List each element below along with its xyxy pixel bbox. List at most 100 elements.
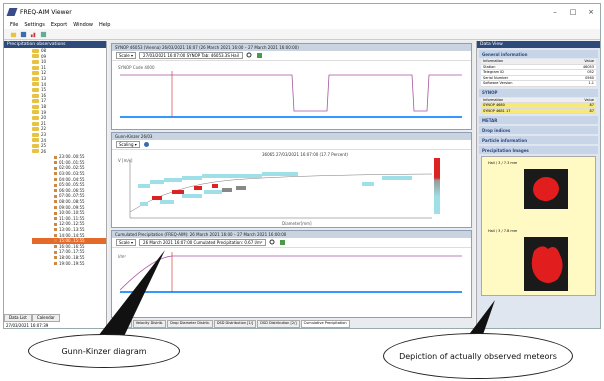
zoom-icon[interactable] (269, 239, 276, 246)
gk-panel-header: Gunn-Kinzer 26/03 (112, 133, 471, 140)
gk-cell (222, 188, 232, 192)
gk-cell (262, 172, 276, 176)
open-icon[interactable] (10, 31, 17, 38)
gk-cell (226, 174, 246, 178)
precip-title: 26 March 2021 16:07:00 Cumulated Precipi… (139, 239, 267, 246)
gk-cell (140, 202, 148, 206)
gk-cell (276, 172, 288, 176)
folder-icon (32, 143, 39, 148)
section-particle-info[interactable]: Particle information (479, 136, 598, 144)
gk-cell (160, 200, 174, 204)
menu-file[interactable]: File (10, 22, 18, 28)
precip-panel-header: Cumulated Precipitation (FREQ-AIM): 26 M… (112, 231, 471, 238)
folder-label: 26 (41, 148, 47, 154)
tab-dsd-1[interactable]: DSD Distribution [1/] (213, 320, 257, 328)
file-icon (54, 194, 57, 198)
tab-dsd-2[interactable]: DSD Distribution [2/] (257, 320, 300, 328)
menu-window[interactable]: Window (73, 22, 93, 28)
gk-cells (138, 172, 412, 206)
meteor-depiction-callout: Depiction of actually observed meteors (383, 333, 573, 379)
section-synop[interactable]: SYNOP (479, 88, 598, 97)
tab-data-list[interactable]: Data List (4, 314, 32, 322)
section-metar[interactable]: METAR (479, 116, 598, 124)
tab-calendar[interactable]: Calendar (31, 314, 60, 322)
precip-ylabel: l/m² (118, 254, 126, 259)
section-drop-indices[interactable]: Drop indices (479, 126, 598, 134)
synop-panel: SYNOP 46053 (Vienna) 26/03/2021 16:07 (2… (111, 43, 472, 130)
menu-export[interactable]: Export (51, 22, 67, 28)
folder-icon (32, 48, 39, 53)
grid-icon[interactable] (256, 52, 263, 59)
maximize-button[interactable]: □ (564, 8, 582, 16)
precip-scale-dropdown[interactable]: Scale ▾ (116, 239, 137, 246)
gk-cell (172, 190, 184, 194)
tab-cumulative-precipitation[interactable]: Cumulative Precipitation (300, 320, 350, 328)
folder-icon (32, 121, 39, 126)
folder-icon (32, 138, 39, 143)
table-row[interactable]: SYNOP 4681 17 87 (481, 108, 596, 114)
hail-image (524, 169, 568, 209)
zoom-icon[interactable] (246, 52, 253, 59)
file-icon (54, 228, 57, 232)
grid-icon[interactable] (279, 239, 286, 246)
precipitation-panel: Cumulated Precipitation (FREQ-AIM): 26 M… (111, 230, 472, 318)
folder-icon (32, 76, 39, 81)
gunn-kinzer-panel: Gunn-Kinzer 26/03 Scaling ▾ 36065 27/03/… (111, 132, 472, 228)
section-general[interactable]: General information (479, 50, 598, 58)
folder-tree: 08 09 10 11 12 13 14 15 16 17 18 19 20 21 22 23 24 25 26 23… (4, 48, 106, 266)
folder-icon (32, 115, 39, 120)
right-panel: Data View General information Informatio… (476, 41, 600, 328)
file-icon (54, 239, 57, 243)
file-icon (54, 205, 57, 209)
chart-icon[interactable] (30, 31, 37, 38)
folder-icon (32, 132, 39, 137)
gk-xlabel: Diameter[mm] (282, 221, 312, 226)
hail-image-label: Hail / 3 / 7.8 mm (488, 229, 518, 233)
file-icon (54, 155, 57, 159)
time-label: 19:00..19:55 (59, 260, 85, 266)
settings-icon[interactable] (143, 141, 150, 148)
gk-cell (194, 186, 202, 190)
file-icon (54, 217, 57, 221)
file-icon (54, 189, 57, 193)
save-icon[interactable] (20, 31, 27, 38)
folder-icon (32, 149, 39, 154)
gk-title: 36065 27/03/2021 16:07:00 (17.7 Percent) (262, 152, 348, 157)
section-precip-images[interactable]: Precipitation Images (479, 146, 598, 154)
close-button[interactable]: × (582, 8, 600, 16)
table-row[interactable]: Software Version 1.1 (481, 81, 596, 87)
status-text: 27/03/2021 16:07:39 (6, 323, 49, 328)
callout-gunn-text: Gunn-Kinzer diagram (61, 346, 147, 356)
tree-time-item[interactable]: 19:00..19:55 (32, 261, 106, 267)
file-icon (54, 222, 57, 226)
gk-cell (164, 178, 182, 182)
tab-velocity[interactable]: Velocity Distrib. (132, 320, 167, 328)
menu-settings[interactable]: Settings (24, 22, 45, 28)
file-icon (54, 172, 57, 176)
title-bar: FREQ-AIM Viewer – □ × (4, 4, 600, 20)
gk-cell (236, 186, 246, 190)
folder-icon (32, 127, 39, 132)
synop-scale-dropdown[interactable]: Scale ▾ (116, 52, 137, 59)
folder-icon (32, 54, 39, 59)
general-info-table: Information Value Station 46053 Telegram ID 0… (481, 59, 596, 87)
tab-particles[interactable]: Particles (111, 320, 132, 328)
folder-icon (32, 110, 39, 115)
minimize-button[interactable]: – (546, 8, 564, 16)
menu-help[interactable]: Help (99, 22, 110, 28)
main-toolbar (4, 29, 600, 40)
gk-cell (182, 176, 202, 180)
file-icon (54, 166, 57, 170)
file-icon (54, 245, 57, 249)
left-panel-header: Precipitation observations (4, 41, 106, 48)
file-icon (54, 250, 57, 254)
export-icon[interactable] (40, 31, 47, 38)
synop-info-table: Information Value SYNOP 4680 87 SYNOP 4681 1… (481, 97, 596, 114)
tab-drop-diameter[interactable]: Drop Diameter Distrib. (167, 320, 213, 328)
gk-cell (204, 190, 222, 194)
gk-scaling-dropdown[interactable]: Scaling ▾ (116, 141, 140, 148)
synop-panel-header: SYNOP 46053 (Vienna) 26/03/2021 16:07 (2… (112, 44, 471, 51)
center-area: SYNOP 46053 (Vienna) 26/03/2021 16:07 (2… (109, 41, 474, 328)
file-icon (54, 161, 57, 165)
file-icon (54, 200, 57, 204)
